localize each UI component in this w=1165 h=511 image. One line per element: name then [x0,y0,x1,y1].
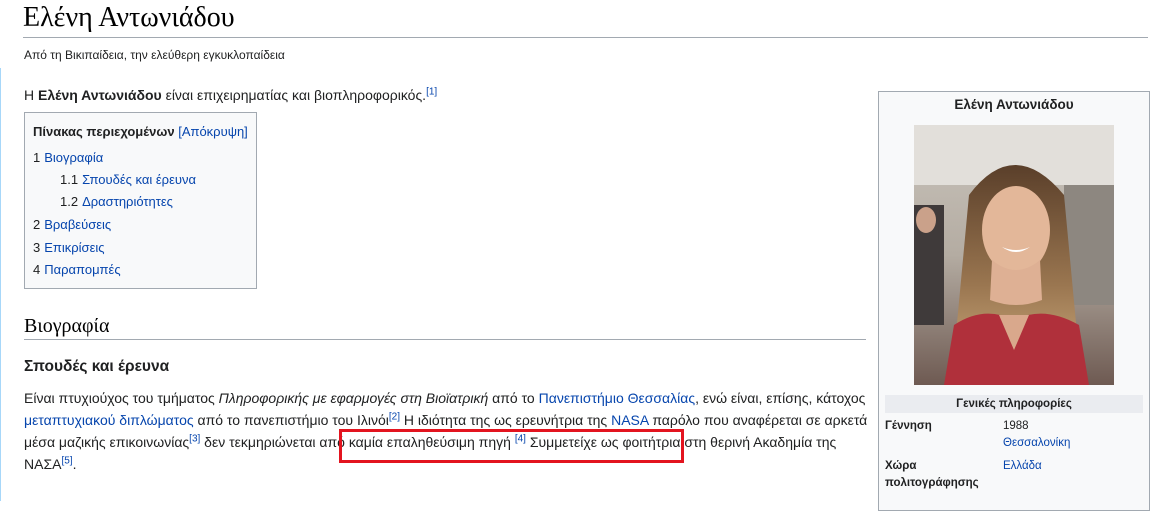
page-title: Ελένη Αντωνιάδου [23,2,235,33]
toc-link[interactable]: Παραπομπές [44,262,120,277]
section-divider [24,339,866,340]
infobox-citizenship-link[interactable]: Ελλάδα [1003,458,1042,475]
toc-link[interactable]: Σπουδές και έρευνα [82,172,196,187]
infobox-birthplace-link[interactable]: Θεσσαλονίκη [1003,435,1070,452]
toc-item-studies[interactable]: 1.1 Σπουδές και έρευνα [60,172,196,187]
reference-link-2[interactable]: [2] [389,411,400,422]
subsection-heading-studies: Σπουδές και έρευνα [24,358,170,375]
intro-name: Ελένη Αντωνιάδου [38,87,162,103]
toc-item-references[interactable]: 4 Παραπομπές [33,262,121,277]
section-heading-biography: Βιογραφία [24,315,110,337]
infobox-title: Ελένη Αντωνιάδου [954,97,1074,112]
nasa-link[interactable]: NASA [611,412,648,428]
masters-degree-link[interactable]: μεταπτυχιακού διπλώματος [24,412,194,428]
intro-paragraph: Η Ελένη Αντωνιάδου είναι επιχειρηματίας … [24,85,437,105]
university-link[interactable]: Πανεπιστήμιο Θεσσαλίας [539,390,695,406]
toc-number: 2 [33,217,41,232]
toc-item-biography[interactable]: 1 Βιογραφία [33,150,103,165]
text-run: από το [488,390,539,406]
title-divider [23,37,1148,38]
toc-item-activities[interactable]: 1.2 Δραστηριότητες [60,194,173,209]
infobox-label-birth: Γέννηση [885,420,932,432]
intro-suffix: είναι επιχειρηματίας και βιοπληροφορικός… [161,87,427,103]
text-run: , ενώ είναι, επίσης, κάτοχος [695,390,866,406]
toc-item-awards[interactable]: 2 Βραβεύσεις [33,217,111,232]
toc-number: 4 [33,262,41,277]
infobox-label-citizenship: Χώρα πολιτογράφησης [885,460,979,489]
text-run: από το πανεπιστήμιο του Ιλινόι [193,412,389,428]
reference-link-3[interactable]: [3] [189,433,200,444]
reference-link-1[interactable]: [1] [426,86,437,97]
toc-number: 1.1 [60,172,79,187]
portrait-photo[interactable] [914,125,1114,385]
site-tagline: Από τη Βικιπαίδεια, την ελεύθερη εγκυκλο… [24,48,285,62]
infobox-section-general: Γενικές πληροφορίες [885,395,1143,413]
reference-link-5[interactable]: [5] [61,455,72,466]
toc-link[interactable]: Επικρίσεις [44,240,104,255]
toc-hide-toggle[interactable]: [Απόκρυψη] [178,124,248,139]
department-name: Πληροφορικής με εφαρμογές στη Βιοϊατρική [218,390,489,406]
toc-link[interactable]: Βιογραφία [44,150,103,165]
infobox-birth-year: 1988 [1003,420,1029,432]
toc-link[interactable]: Βραβεύσεις [44,217,111,232]
next-heading-fragment [24,494,64,501]
content-border [0,68,1,501]
toc-number: 3 [33,240,41,255]
text-run: . [72,456,77,472]
highlight-annotation-box [339,429,684,463]
toc-number: 1 [33,150,41,165]
table-of-contents: Πίνακας περιεχομένων [Απόκρυψη] 1 Βιογραφ… [24,112,257,289]
toc-title: Πίνακας περιεχομένων [33,124,175,139]
toc-item-criticism[interactable]: 3 Επικρίσεις [33,240,105,255]
infobox: Ελένη Αντωνιάδου Γενικές πληροφορίες Γέν… [878,91,1150,511]
text-run: Η ιδιότητα της ως ερευνήτρια της [400,412,612,428]
toc-number: 1.2 [60,194,79,209]
toc-header: Πίνακας περιεχομένων [Απόκρυψη] [33,124,248,139]
text-run: Είναι πτυχιούχος του τμήματος [24,390,219,406]
toc-link[interactable]: Δραστηριότητες [82,194,173,209]
intro-prefix: Η [24,87,38,103]
